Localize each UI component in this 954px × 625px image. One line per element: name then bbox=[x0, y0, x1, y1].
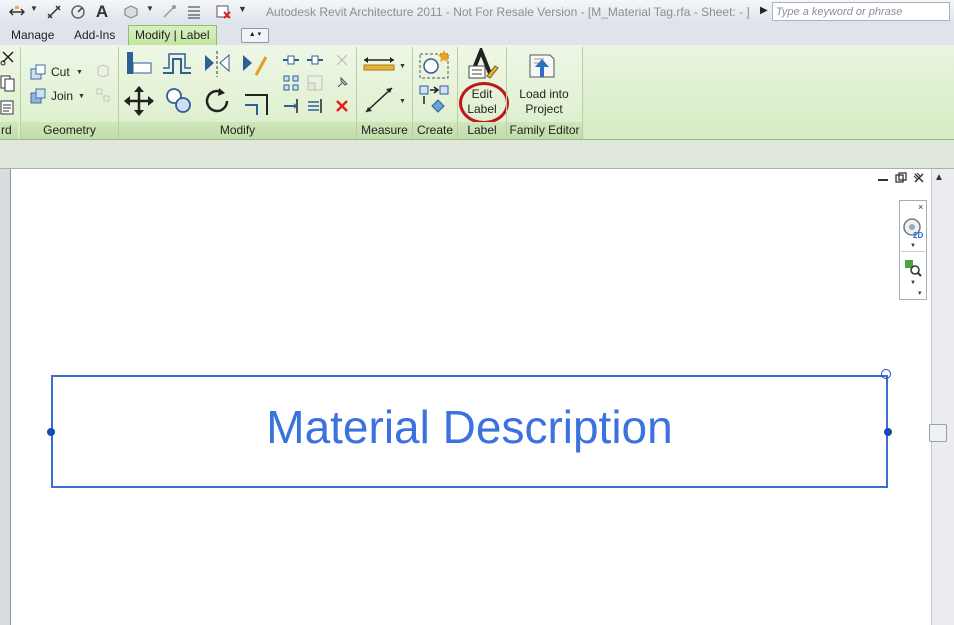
right-drag-grip[interactable] bbox=[884, 428, 892, 436]
unpin-icon[interactable] bbox=[333, 51, 351, 69]
material-description-label[interactable]: Material Description bbox=[51, 400, 888, 454]
options-bar bbox=[0, 140, 954, 169]
trim-extend-corner-icon[interactable] bbox=[240, 84, 274, 118]
create-panel-label[interactable]: Create bbox=[413, 122, 457, 139]
split-element-icon[interactable] bbox=[282, 51, 300, 69]
search-input[interactable]: Type a keyword or phrase bbox=[772, 2, 950, 21]
trim-extend-single-icon[interactable] bbox=[282, 97, 300, 115]
paste-icon[interactable] bbox=[0, 97, 16, 117]
create-group-icon[interactable] bbox=[418, 48, 452, 80]
zoom-icon[interactable] bbox=[904, 259, 922, 277]
chevron-down-icon[interactable]: ▼ bbox=[399, 98, 406, 105]
pin-icon[interactable] bbox=[333, 74, 351, 92]
geometry-panel-label[interactable]: Geometry bbox=[21, 122, 118, 139]
trim-extend-multiple-icon[interactable] bbox=[306, 97, 324, 115]
text-icon[interactable]: A bbox=[93, 2, 111, 21]
ribbon-empty-area bbox=[582, 45, 954, 139]
load-into-project-line2[interactable]: Project bbox=[508, 102, 580, 117]
join-geometry-icon[interactable] bbox=[28, 86, 48, 106]
cut-label[interactable]: Cut bbox=[51, 65, 70, 79]
divider bbox=[901, 251, 925, 252]
chevron-down-icon[interactable]: ▼ bbox=[910, 243, 916, 249]
wall-joins-icon[interactable] bbox=[94, 62, 112, 80]
angular-dimension-icon[interactable] bbox=[69, 3, 87, 21]
split-with-gap-icon[interactable] bbox=[306, 51, 324, 69]
customize-nav-bar-icon[interactable]: ▾ bbox=[918, 289, 922, 297]
aligned-dimension-icon[interactable] bbox=[45, 3, 63, 21]
tab-manage[interactable]: Manage bbox=[5, 26, 60, 45]
chevron-down-icon[interactable]: ▼ bbox=[910, 280, 916, 286]
chevron-down-icon[interactable]: ▼ bbox=[238, 4, 247, 14]
scale-icon[interactable] bbox=[306, 74, 324, 92]
delete-icon[interactable] bbox=[333, 97, 351, 115]
rotate-icon[interactable] bbox=[200, 84, 234, 118]
mirror-pick-axis-icon[interactable] bbox=[202, 49, 232, 79]
align-icon[interactable] bbox=[8, 3, 26, 21]
load-into-project-line1[interactable]: Load into bbox=[508, 87, 580, 102]
chevron-down-icon[interactable]: ▼ bbox=[76, 69, 83, 76]
close-icon[interactable]: × bbox=[918, 202, 923, 212]
rotate-handle-icon[interactable] bbox=[881, 369, 891, 379]
chevron-down-icon[interactable]: ▼ bbox=[78, 93, 85, 100]
mirror-draw-axis-icon[interactable] bbox=[240, 49, 270, 79]
split-face-icon[interactable] bbox=[94, 86, 112, 104]
restore-view-icon[interactable] bbox=[895, 172, 907, 186]
minimize-view-icon[interactable] bbox=[877, 172, 889, 185]
array-icon[interactable] bbox=[282, 74, 300, 92]
expand-arrow-icon[interactable]: ▶ bbox=[760, 5, 768, 16]
modify-panel-label[interactable]: Modify bbox=[119, 122, 356, 139]
navigation-bar: × 2D ▼ ▼ ▾ bbox=[899, 200, 927, 300]
scrollbar-thumb[interactable] bbox=[929, 424, 947, 442]
scissors-icon[interactable] bbox=[0, 48, 16, 68]
join-label[interactable]: Join bbox=[51, 89, 73, 103]
thin-lines-icon[interactable] bbox=[185, 3, 203, 21]
app-title: Autodesk Revit Architecture 2011 - Not F… bbox=[266, 5, 750, 19]
scroll-up-arrow-icon[interactable]: ▲ bbox=[934, 172, 944, 183]
move-icon[interactable] bbox=[122, 84, 156, 118]
3d-view-icon[interactable] bbox=[122, 3, 140, 21]
minimize-ribbon-button[interactable]: ▲ ▾ bbox=[241, 28, 269, 43]
chevron-down-icon[interactable]: ▼ bbox=[399, 63, 406, 70]
title-bar: ▼ A ▼ ▼ Autodesk Revit Architecture 2011… bbox=[0, 0, 954, 25]
ribbon-tab-row: Manage Add-Ins Modify | Label ▲ ▾ bbox=[0, 24, 954, 46]
load-into-project-icon[interactable] bbox=[526, 49, 560, 81]
section-icon[interactable] bbox=[160, 3, 178, 21]
label-panel-label[interactable]: Label bbox=[458, 122, 506, 139]
measure-panel-label[interactable]: Measure bbox=[357, 122, 412, 139]
create-similar-icon[interactable] bbox=[418, 84, 452, 116]
aligned-dimension-tool-icon[interactable] bbox=[362, 84, 396, 116]
tab-add-ins[interactable]: Add-Ins bbox=[68, 26, 121, 45]
highlight-circle-annotation bbox=[459, 82, 509, 124]
close-hidden-windows-icon[interactable] bbox=[215, 3, 233, 21]
copy-icon[interactable] bbox=[0, 73, 16, 93]
nav-2d-label: 2D bbox=[913, 231, 924, 240]
measure-between-references-icon[interactable] bbox=[362, 52, 396, 74]
tab-modify-label[interactable]: Modify | Label bbox=[128, 25, 217, 45]
close-view-icon[interactable] bbox=[913, 172, 925, 186]
edit-label-icon[interactable] bbox=[465, 48, 499, 82]
copy-tool-icon[interactable] bbox=[162, 84, 196, 118]
clipboard-panel-label[interactable]: rd bbox=[0, 122, 18, 139]
left-drag-grip[interactable] bbox=[47, 428, 55, 436]
panel-divider bbox=[582, 47, 583, 139]
align-tool-icon[interactable] bbox=[124, 49, 154, 79]
vertical-scrollbar[interactable] bbox=[931, 169, 954, 625]
chevron-down-icon[interactable]: ▼ bbox=[146, 4, 154, 13]
family-editor-panel-label[interactable]: Family Editor bbox=[507, 122, 582, 139]
cut-geometry-icon[interactable] bbox=[28, 62, 48, 82]
chevron-down-icon[interactable]: ▼ bbox=[30, 4, 38, 13]
offset-icon[interactable] bbox=[160, 49, 194, 79]
